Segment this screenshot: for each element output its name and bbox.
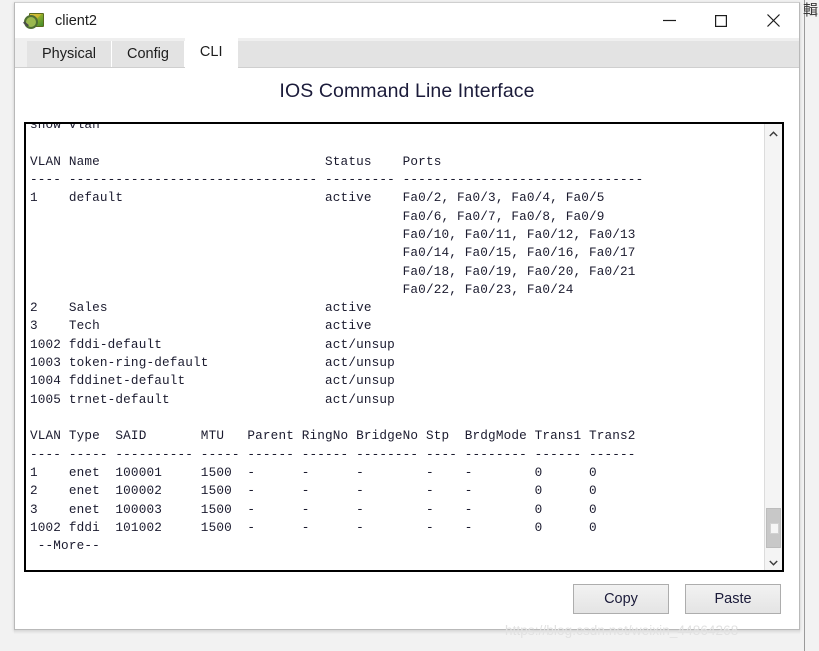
maximize-icon: [715, 14, 727, 27]
terminal-output-area[interactable]: show vlan VLAN Name Status Ports ---- --…: [26, 124, 764, 570]
terminal-output-text: show vlan VLAN Name Status Ports ---- --…: [30, 124, 644, 554]
window-title: client2: [55, 12, 97, 29]
copy-button[interactable]: Copy: [573, 584, 669, 614]
scrollbar-thumb-grip: [770, 523, 779, 534]
terminal-scrollbar[interactable]: [764, 124, 782, 570]
tab-config[interactable]: Config: [112, 41, 185, 67]
tab-strip: Physical Config CLI: [15, 38, 799, 68]
scrollbar-up-button[interactable]: [765, 124, 782, 141]
minimize-icon: [662, 15, 676, 26]
scrollbar-thumb[interactable]: [766, 508, 781, 548]
dialog-button-row: Copy Paste: [573, 584, 781, 614]
scrollbar-down-button[interactable]: [765, 553, 782, 570]
title-bar: client2: [15, 3, 799, 38]
minimize-button[interactable]: [643, 3, 695, 38]
terminal-frame: show vlan VLAN Name Status Ports ---- --…: [24, 122, 784, 572]
packet-tracer-device-icon: [23, 12, 44, 30]
desktop-background-text: 輯: [803, 2, 819, 19]
window-controls: [643, 3, 799, 38]
tab-cli[interactable]: CLI: [184, 38, 238, 68]
close-icon: [766, 14, 780, 27]
desktop-edge-divider: [804, 0, 805, 651]
maximize-button[interactable]: [695, 3, 747, 38]
chevron-up-icon: [769, 124, 778, 142]
dialog-body: IOS Command Line Interface show vlan VLA…: [15, 68, 799, 629]
cli-heading: IOS Command Line Interface: [279, 80, 535, 102]
paste-button[interactable]: Paste: [685, 584, 781, 614]
tab-physical[interactable]: Physical: [27, 41, 112, 67]
tab-strip-filler: [237, 41, 799, 67]
watermark-text: https://blog.csdn.net/weixin_44864268: [505, 623, 739, 638]
cli-dialog-window: client2 Physical Config CLI IOS Command …: [14, 2, 800, 630]
close-button[interactable]: [747, 3, 799, 38]
chevron-down-icon: [769, 553, 778, 571]
